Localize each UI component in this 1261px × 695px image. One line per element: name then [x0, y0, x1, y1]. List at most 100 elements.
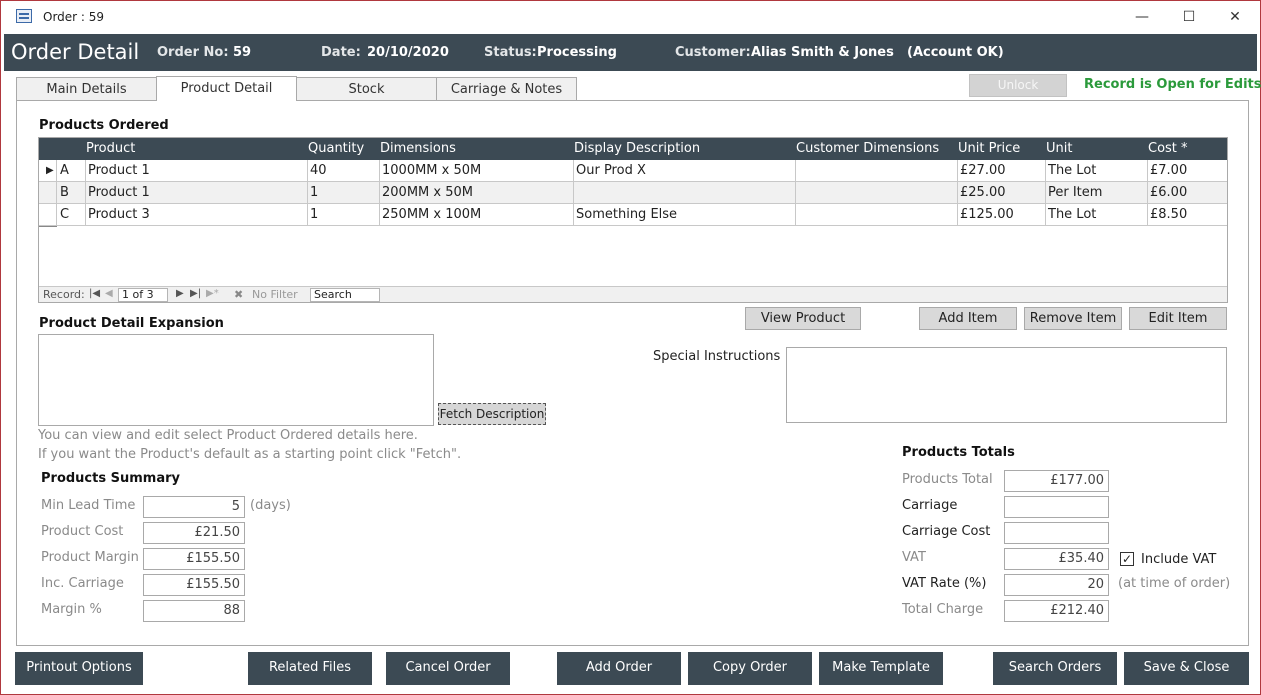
- cell-unit-price[interactable]: £27.00: [958, 160, 1046, 182]
- column-header[interactable]: Unit: [1046, 141, 1072, 156]
- column-header[interactable]: Customer Dimensions: [796, 141, 939, 156]
- filter-status[interactable]: No Filter: [252, 288, 298, 301]
- search-orders-button[interactable]: Search Orders: [993, 652, 1117, 685]
- cell-unit[interactable]: The Lot: [1046, 160, 1148, 182]
- order-no-label: Order No:: [157, 45, 229, 60]
- order-window: Order : 59 — ☐ ✕ Order Detail Order No: …: [0, 0, 1261, 695]
- cell-cost[interactable]: £6.00: [1148, 182, 1227, 204]
- add-item-button[interactable]: Add Item: [919, 307, 1017, 330]
- table-row[interactable]: C Product 3 1 250MM x 100M Something Els…: [39, 204, 1227, 226]
- cell-unit[interactable]: Per Item: [1046, 182, 1148, 204]
- tab-main-details[interactable]: Main Details: [16, 77, 157, 101]
- record-status: Record is Open for Edits: [1084, 77, 1261, 92]
- total-charge-field: £212.40: [1004, 600, 1109, 622]
- cell-display-description[interactable]: Something Else: [574, 204, 796, 226]
- row-id: B: [58, 182, 86, 204]
- order-header: Order Detail Order No: 59 Date: 20/10/20…: [4, 34, 1257, 71]
- tab-product-detail[interactable]: Product Detail: [156, 76, 297, 101]
- customer-value: Alias Smith & Jones: [751, 45, 894, 60]
- cell-customer-dimensions[interactable]: [796, 182, 958, 204]
- cell-quantity[interactable]: 40: [308, 160, 380, 182]
- minimize-icon[interactable]: —: [1119, 5, 1165, 29]
- record-selector[interactable]: [39, 182, 57, 204]
- cancel-order-button[interactable]: Cancel Order: [386, 652, 510, 685]
- cell-dimensions[interactable]: 200MM x 50M: [380, 182, 574, 204]
- product-margin-field: £155.50: [143, 548, 245, 570]
- special-instructions-field[interactable]: [786, 347, 1227, 423]
- cell-display-description[interactable]: [574, 182, 796, 204]
- cell-dimensions[interactable]: 1000MM x 50M: [380, 160, 574, 182]
- column-header[interactable]: Product: [86, 141, 135, 156]
- record-selector[interactable]: [39, 204, 57, 226]
- inc-carriage-label: Inc. Carriage: [41, 576, 124, 591]
- record-label: Record:: [43, 288, 85, 301]
- column-header[interactable]: Unit Price: [958, 141, 1020, 156]
- fetch-description-button[interactable]: Fetch Description: [438, 403, 546, 425]
- close-icon[interactable]: ✕: [1212, 5, 1258, 29]
- search-input[interactable]: Search: [310, 288, 380, 302]
- vat-rate-field[interactable]: 20: [1004, 574, 1109, 596]
- cell-dimensions[interactable]: 250MM x 100M: [380, 204, 574, 226]
- column-header[interactable]: Display Description: [574, 141, 700, 156]
- cell-customer-dimensions[interactable]: [796, 204, 958, 226]
- cell-product[interactable]: Product 1: [86, 182, 308, 204]
- first-record-icon[interactable]: |◀: [89, 288, 100, 299]
- page-title: Order Detail: [11, 40, 140, 64]
- vat-rate-label: VAT Rate (%): [902, 576, 987, 591]
- cell-cost[interactable]: £8.50: [1148, 204, 1227, 226]
- unlock-button[interactable]: Unlock: [969, 74, 1067, 97]
- record-selector[interactable]: ▶: [39, 160, 57, 182]
- last-record-icon[interactable]: ▶|: [190, 288, 201, 299]
- carriage-field[interactable]: [1004, 496, 1109, 518]
- column-header[interactable]: Quantity: [308, 141, 364, 156]
- column-header[interactable]: Dimensions: [380, 141, 456, 156]
- products-grid: Product Quantity Dimensions Display Desc…: [38, 137, 1228, 303]
- save-close-button[interactable]: Save & Close: [1124, 652, 1249, 685]
- margin-pct-label: Margin %: [41, 602, 102, 617]
- carriage-cost-field[interactable]: [1004, 522, 1109, 544]
- table-row[interactable]: B Product 1 1 200MM x 50M £25.00 Per Ite…: [39, 182, 1227, 204]
- maximize-icon[interactable]: ☐: [1166, 5, 1212, 29]
- product-cost-label: Product Cost: [41, 524, 124, 539]
- cell-quantity[interactable]: 1: [308, 204, 380, 226]
- table-row[interactable]: ▶ A Product 1 40 1000MM x 50M Our Prod X…: [39, 160, 1227, 182]
- cell-unit[interactable]: The Lot: [1046, 204, 1148, 226]
- make-template-button[interactable]: Make Template: [819, 652, 943, 685]
- edit-item-button[interactable]: Edit Item: [1129, 307, 1227, 330]
- products-summary-title: Products Summary: [41, 471, 180, 486]
- tab-stock[interactable]: Stock: [296, 77, 437, 101]
- carriage-cost-label: Carriage Cost: [902, 524, 991, 539]
- product-detail-expansion-field[interactable]: [38, 334, 434, 426]
- column-header[interactable]: Cost *: [1148, 141, 1188, 156]
- cell-unit-price[interactable]: £125.00: [958, 204, 1046, 226]
- next-record-icon[interactable]: ▶: [176, 288, 184, 299]
- form-icon: [16, 9, 32, 23]
- printout-options-button[interactable]: Printout Options: [15, 652, 143, 685]
- add-order-button[interactable]: Add Order: [557, 652, 681, 685]
- cell-product[interactable]: Product 1: [86, 160, 308, 182]
- remove-item-button[interactable]: Remove Item: [1024, 307, 1122, 330]
- cell-unit-price[interactable]: £25.00: [958, 182, 1046, 204]
- cell-cost[interactable]: £7.00: [1148, 160, 1227, 182]
- account-status: (Account OK): [907, 45, 1004, 60]
- cell-customer-dimensions[interactable]: [796, 160, 958, 182]
- new-record-icon[interactable]: ▶*: [206, 288, 219, 299]
- new-record-marker: [39, 226, 57, 227]
- tab-carriage-notes[interactable]: Carriage & Notes: [436, 77, 577, 101]
- cell-display-description[interactable]: Our Prod X: [574, 160, 796, 182]
- products-totals-title: Products Totals: [902, 445, 1015, 460]
- customer-label: Customer:: [675, 45, 751, 60]
- carriage-label: Carriage: [902, 498, 958, 513]
- cell-quantity[interactable]: 1: [308, 182, 380, 204]
- related-files-button[interactable]: Related Files: [248, 652, 372, 685]
- view-product-button[interactable]: View Product: [745, 307, 861, 330]
- filter-icon[interactable]: ✖: [234, 288, 243, 301]
- previous-record-icon[interactable]: ◀: [105, 288, 113, 299]
- record-position-field[interactable]: 1 of 3: [118, 288, 168, 302]
- product-detail-expansion-title: Product Detail Expansion: [39, 316, 224, 331]
- copy-order-button[interactable]: Copy Order: [688, 652, 812, 685]
- include-vat-checkbox[interactable]: ✓: [1120, 552, 1134, 566]
- vat-label: VAT: [902, 550, 926, 565]
- cell-product[interactable]: Product 3: [86, 204, 308, 226]
- total-charge-label: Total Charge: [902, 602, 984, 617]
